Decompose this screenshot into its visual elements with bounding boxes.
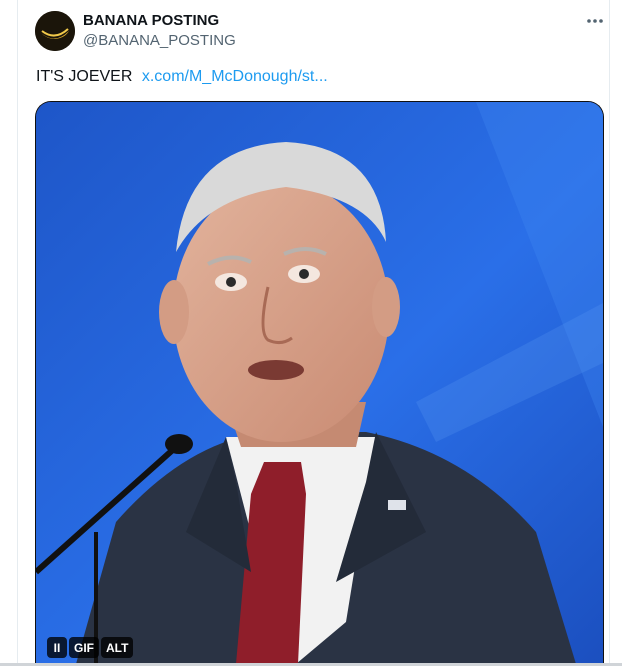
pause-icon: II — [53, 640, 61, 655]
display-name[interactable]: BANANA POSTING — [83, 12, 219, 29]
more-icon — [587, 19, 603, 23]
gif-frame-illustration — [36, 102, 603, 663]
user-handle[interactable]: @BANANA_POSTING — [83, 32, 236, 49]
media-controls: II GIF ALT — [47, 637, 134, 658]
more-button[interactable] — [583, 9, 607, 33]
gif-badge: GIF — [69, 637, 99, 658]
tweet: BANANA POSTING @BANANA_POSTING IT'S JOEV… — [0, 0, 622, 666]
tweet-text-body: IT'S JOEVER — [36, 68, 133, 85]
tweet-text: IT'S JOEVER x.com/M_McDonough/st... — [36, 68, 328, 86]
avatar[interactable] — [35, 11, 75, 51]
banana-avatar-icon — [35, 11, 75, 51]
tweet-link[interactable]: x.com/M_McDonough/st... — [142, 68, 328, 85]
pause-button[interactable]: II — [47, 637, 67, 658]
tweet-media-gif[interactable] — [35, 101, 604, 663]
alt-button[interactable]: ALT — [101, 637, 134, 658]
